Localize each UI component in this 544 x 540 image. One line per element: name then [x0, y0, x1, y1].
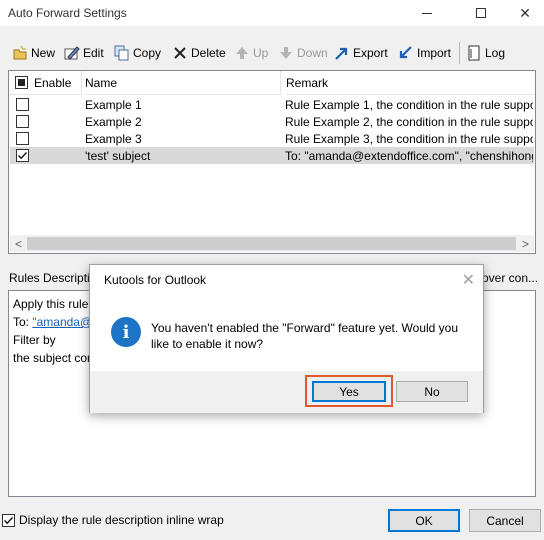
- column-header-name[interactable]: Name: [85, 71, 280, 95]
- window-title: Auto Forward Settings: [8, 6, 127, 20]
- up-arrow-icon: [234, 45, 250, 61]
- row-name: 'test' subject: [85, 149, 151, 163]
- rules-description-label-tail: over con...: [482, 271, 539, 285]
- column-header-remark[interactable]: Remark: [286, 71, 535, 95]
- scrollbar-thumb[interactable]: [27, 237, 516, 250]
- minimize-icon: [422, 12, 432, 14]
- toolbar-separator: [459, 42, 460, 64]
- dialog-message: You haven't enabled the "Forward" featur…: [151, 321, 459, 351]
- wrap-option[interactable]: Display the rule description inline wrap: [2, 513, 224, 527]
- row-name: Example 3: [85, 132, 142, 146]
- ok-label: OK: [415, 513, 433, 528]
- delete-icon: [172, 45, 188, 61]
- import-label: Import: [417, 46, 452, 60]
- export-icon: [334, 45, 350, 61]
- log-icon: [466, 45, 482, 61]
- title-bar: Auto Forward Settings ✕: [0, 0, 544, 26]
- edit-button[interactable]: Edit: [64, 44, 104, 62]
- dialog-footer: Yes No: [90, 371, 483, 413]
- select-all-checkbox[interactable]: [15, 76, 28, 89]
- row-remark: To: "amanda@extendoffice.com", "chenshih…: [285, 149, 533, 163]
- maximize-icon: [476, 8, 486, 18]
- rules-list[interactable]: Enable Name Remark Example 1 Rule Exampl…: [8, 70, 536, 254]
- row-remark: Rule Example 1, the condition in the rul…: [285, 98, 533, 112]
- checkmark-icon: [18, 152, 28, 160]
- column-header-enable[interactable]: Enable: [9, 71, 81, 95]
- row-checkbox[interactable]: [16, 132, 29, 145]
- import-button[interactable]: Import: [398, 44, 451, 62]
- header-name-label: Name: [85, 75, 118, 90]
- up-label: Up: [253, 46, 269, 60]
- delete-label: Delete: [191, 46, 226, 60]
- info-icon: i: [111, 317, 141, 347]
- description-text: Apply this rule: [13, 297, 92, 311]
- new-label: New: [31, 46, 56, 60]
- row-checkbox[interactable]: [16, 115, 29, 128]
- maximize-button[interactable]: [458, 0, 504, 26]
- cancel-button[interactable]: Cancel: [469, 509, 541, 532]
- minimize-button[interactable]: [404, 0, 450, 26]
- copy-button[interactable]: Copy: [114, 44, 161, 62]
- table-row[interactable]: Example 2 Rule Example 2, the condition …: [10, 113, 534, 130]
- column-divider: [81, 71, 82, 95]
- yes-button[interactable]: Yes: [312, 381, 386, 402]
- cancel-label: Cancel: [486, 513, 524, 528]
- close-button[interactable]: ✕: [502, 0, 544, 26]
- export-label: Export: [353, 46, 388, 60]
- down-label: Down: [297, 46, 328, 60]
- wrap-checkbox[interactable]: [2, 513, 15, 527]
- dialog-close-icon[interactable]: ✕: [462, 270, 475, 290]
- no-label: No: [424, 384, 440, 399]
- horizontal-scrollbar[interactable]: < >: [10, 235, 534, 252]
- description-text: To:: [13, 315, 33, 329]
- no-button[interactable]: No: [396, 381, 468, 402]
- scroll-left-icon[interactable]: <: [10, 236, 27, 251]
- header-remark-label: Remark: [286, 75, 329, 90]
- delete-button[interactable]: Delete: [172, 44, 226, 62]
- ok-button[interactable]: OK: [388, 509, 460, 532]
- indeterminate-mark: [18, 79, 25, 86]
- yes-label: Yes: [339, 384, 359, 399]
- log-label: Log: [485, 46, 506, 60]
- copy-label: Copy: [133, 46, 162, 60]
- import-icon: [398, 45, 414, 61]
- dialog-title: Kutools for Outlook: [104, 273, 207, 287]
- new-button[interactable]: New: [12, 44, 55, 62]
- edit-label: Edit: [83, 46, 104, 60]
- header-enable-label: Enable: [34, 75, 72, 90]
- copy-icon: [114, 45, 130, 61]
- row-name: Example 1: [85, 98, 142, 112]
- table-row[interactable]: Example 1 Rule Example 1, the condition …: [10, 96, 534, 113]
- row-remark: Rule Example 2, the condition in the rul…: [285, 115, 533, 129]
- column-divider: [280, 71, 281, 95]
- row-checkbox-checked[interactable]: [16, 149, 29, 162]
- confirm-dialog: Kutools for Outlook ✕ i You haven't enab…: [89, 264, 484, 413]
- new-icon: [12, 45, 28, 61]
- close-icon: ✕: [519, 4, 531, 21]
- toolbar: New Edit Copy Delete Up Down Export Impo…: [8, 40, 538, 66]
- export-button[interactable]: Export: [334, 44, 388, 62]
- row-name: Example 2: [85, 115, 142, 129]
- row-checkbox[interactable]: [16, 98, 29, 111]
- down-arrow-icon: [278, 45, 294, 61]
- scroll-right-icon[interactable]: >: [517, 236, 534, 251]
- row-remark: Rule Example 3, the condition in the rul…: [285, 132, 533, 146]
- up-button[interactable]: Up: [234, 44, 268, 62]
- wrap-label: Display the rule description inline wrap: [19, 513, 224, 527]
- table-row[interactable]: Example 3 Rule Example 3, the condition …: [10, 130, 534, 147]
- checkmark-icon: [4, 516, 14, 524]
- edit-icon: [64, 45, 80, 61]
- log-button[interactable]: Log: [466, 44, 505, 62]
- down-button[interactable]: Down: [278, 44, 328, 62]
- table-row-selected[interactable]: 'test' subject To: "amanda@extendoffice.…: [10, 147, 534, 164]
